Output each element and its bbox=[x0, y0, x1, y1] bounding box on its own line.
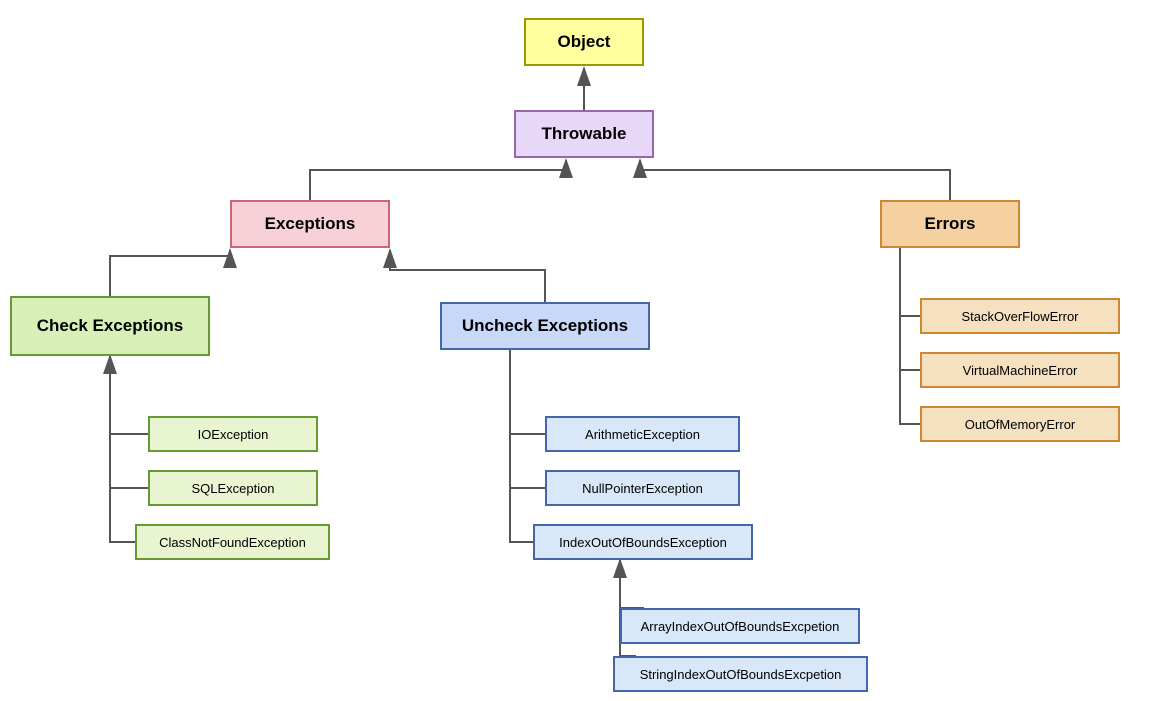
stackoverflow-node: StackOverFlowError bbox=[920, 298, 1120, 334]
arithmetic-label: ArithmeticException bbox=[585, 427, 700, 442]
arrayindex-label: ArrayIndexOutOfBoundsExcpetion bbox=[641, 619, 840, 634]
nullpointer-node: NullPointerException bbox=[545, 470, 740, 506]
uncheck-exceptions-node: Uncheck Exceptions bbox=[440, 302, 650, 350]
arithmetic-node: ArithmeticException bbox=[545, 416, 740, 452]
ioexception-label: IOException bbox=[198, 427, 269, 442]
indexout-node: IndexOutOfBoundsException bbox=[533, 524, 753, 560]
classnotfound-label: ClassNotFoundException bbox=[159, 535, 306, 550]
stringindex-label: StringIndexOutOfBoundsExcpetion bbox=[640, 667, 842, 682]
indexout-label: IndexOutOfBoundsException bbox=[559, 535, 727, 550]
outofmemory-label: OutOfMemoryError bbox=[965, 417, 1076, 432]
outofmemory-node: OutOfMemoryError bbox=[920, 406, 1120, 442]
check-exceptions-label: Check Exceptions bbox=[37, 316, 183, 336]
sqlexception-node: SQLException bbox=[148, 470, 318, 506]
object-node: Object bbox=[524, 18, 644, 66]
errors-label: Errors bbox=[924, 214, 975, 234]
stackoverflow-label: StackOverFlowError bbox=[961, 309, 1078, 324]
arrayindex-node: ArrayIndexOutOfBoundsExcpetion bbox=[620, 608, 860, 644]
virtualmachine-node: VirtualMachineError bbox=[920, 352, 1120, 388]
exceptions-label: Exceptions bbox=[265, 214, 356, 234]
ioexception-node: IOException bbox=[148, 416, 318, 452]
check-exceptions-node: Check Exceptions bbox=[10, 296, 210, 356]
stringindex-node: StringIndexOutOfBoundsExcpetion bbox=[613, 656, 868, 692]
classnotfound-node: ClassNotFoundException bbox=[135, 524, 330, 560]
sqlexception-label: SQLException bbox=[191, 481, 274, 496]
throwable-node: Throwable bbox=[514, 110, 654, 158]
throwable-label: Throwable bbox=[541, 124, 626, 144]
diagram: Object Throwable Exceptions Errors Check… bbox=[0, 0, 1168, 701]
uncheck-exceptions-label: Uncheck Exceptions bbox=[462, 316, 628, 336]
object-label: Object bbox=[558, 32, 611, 52]
virtualmachine-label: VirtualMachineError bbox=[963, 363, 1078, 378]
errors-node: Errors bbox=[880, 200, 1020, 248]
nullpointer-label: NullPointerException bbox=[582, 481, 703, 496]
exceptions-node: Exceptions bbox=[230, 200, 390, 248]
